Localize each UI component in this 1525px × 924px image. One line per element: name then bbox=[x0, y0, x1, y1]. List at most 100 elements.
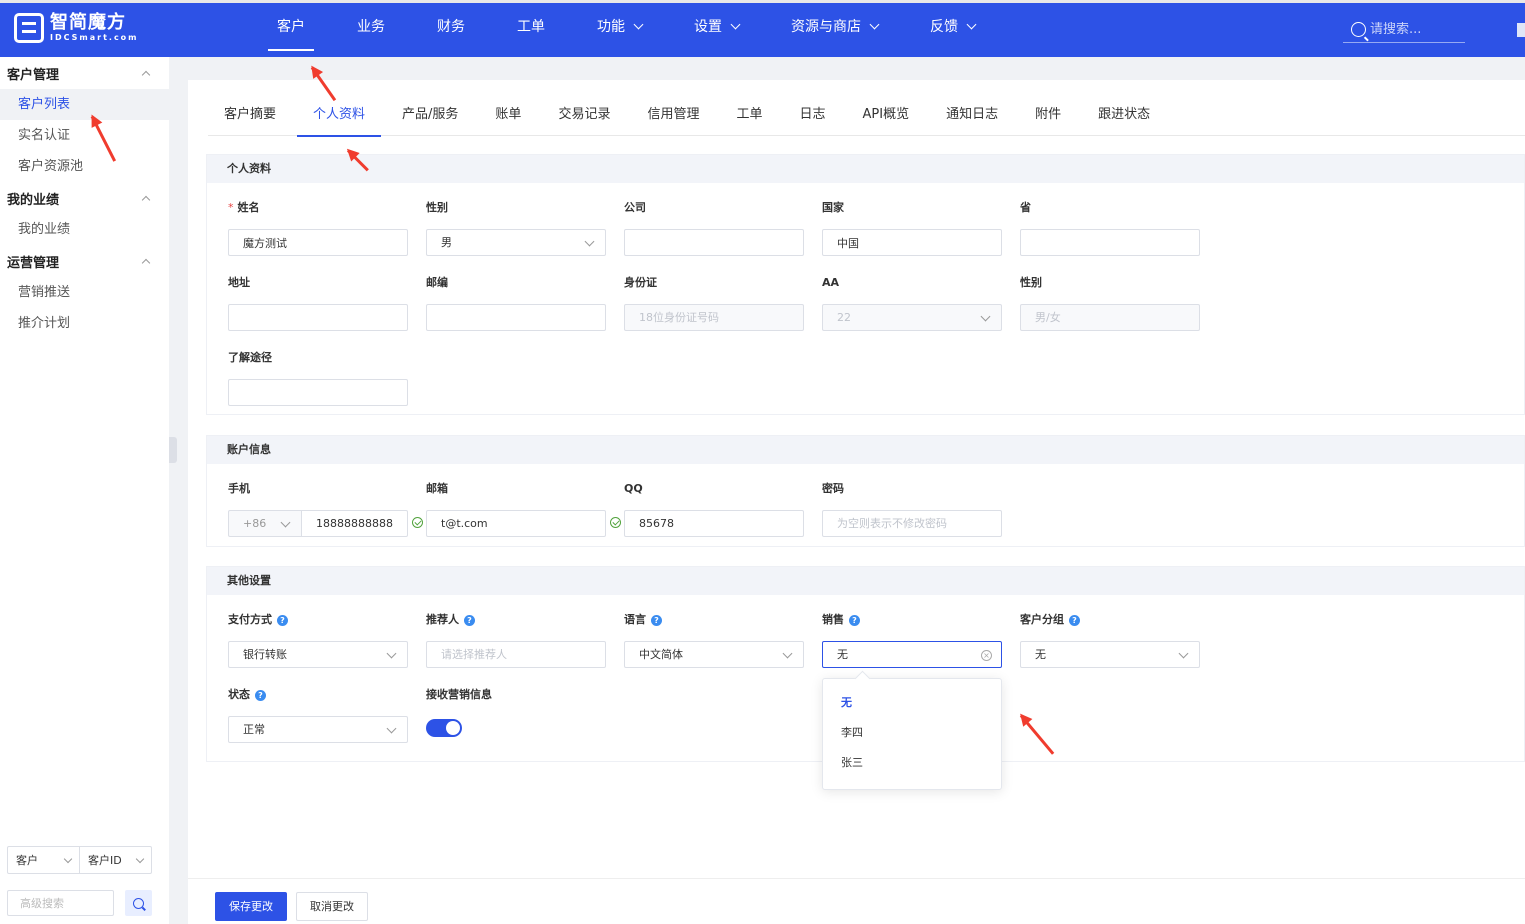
phone-code-select[interactable]: +86 bbox=[228, 510, 302, 537]
chevron-up-icon bbox=[141, 258, 151, 267]
check-circle-icon bbox=[610, 517, 621, 528]
language-select[interactable]: 中文简体 bbox=[624, 641, 804, 668]
help-icon[interactable]: ? bbox=[277, 614, 288, 626]
tab-api[interactable]: API概览 bbox=[847, 100, 926, 136]
sidebar-item-my-performance[interactable]: 我的业绩 bbox=[0, 214, 169, 245]
help-icon[interactable]: ? bbox=[464, 614, 475, 626]
field-gender: 性别 男 bbox=[426, 200, 606, 256]
nav-ticket[interactable]: 工单 bbox=[508, 3, 554, 51]
field-marketing: 接收营销信息 bbox=[426, 687, 606, 737]
email-input[interactable] bbox=[426, 510, 606, 537]
status-select[interactable]: 正常 bbox=[228, 716, 408, 743]
country-input[interactable] bbox=[822, 229, 1002, 256]
nav-settings[interactable]: 设置 bbox=[685, 3, 748, 51]
sidebar-item-customer-pool[interactable]: 客户资源池 bbox=[0, 151, 169, 182]
save-button[interactable]: 保存更改 bbox=[215, 892, 287, 921]
field-group: 客户分组? 无 bbox=[1020, 612, 1200, 668]
source-input[interactable] bbox=[228, 379, 408, 406]
tab-followup[interactable]: 跟进状态 bbox=[1082, 100, 1166, 136]
form-footer: 保存更改 取消更改 bbox=[188, 878, 1525, 924]
chevron-down-icon bbox=[1178, 648, 1189, 659]
sidebar-collapse-handle[interactable] bbox=[169, 437, 177, 463]
idcard-input[interactable] bbox=[624, 304, 804, 331]
check-circle-icon bbox=[412, 517, 423, 528]
sidebar-group-customer-management[interactable]: 客户管理 bbox=[0, 57, 169, 89]
help-icon[interactable]: ? bbox=[1069, 614, 1080, 626]
tab-summary[interactable]: 客户摘要 bbox=[208, 100, 292, 136]
gender-2-input[interactable] bbox=[1020, 304, 1200, 331]
field-province: 省 bbox=[1020, 200, 1200, 256]
search-type-select[interactable]: 客户 bbox=[8, 847, 79, 873]
tab-tickets[interactable]: 工单 bbox=[720, 100, 778, 136]
customer-tabs: 客户摘要 个人资料 产品/服务 账单 交易记录 信用管理 工单 日志 API概览… bbox=[208, 100, 1525, 137]
advanced-search-input[interactable] bbox=[7, 890, 114, 916]
tab-logs[interactable]: 日志 bbox=[783, 100, 841, 136]
nav-resources-store[interactable]: 资源与商店 bbox=[782, 3, 887, 51]
sales-select[interactable]: 无 × bbox=[822, 641, 1002, 668]
help-icon[interactable]: ? bbox=[255, 689, 266, 701]
nav-customer[interactable]: 客户 bbox=[268, 3, 314, 51]
clear-icon[interactable]: × bbox=[981, 650, 992, 661]
field-source: 了解途径 bbox=[228, 350, 408, 406]
search-field-select[interactable]: 客户ID bbox=[79, 847, 151, 873]
tab-invoices[interactable]: 账单 bbox=[479, 100, 537, 136]
field-qq: QQ bbox=[624, 481, 804, 537]
chevron-down-icon bbox=[966, 19, 977, 30]
dropdown-option[interactable]: 无 bbox=[823, 688, 1001, 718]
gender-select[interactable]: 男 bbox=[426, 229, 606, 256]
chevron-down-icon bbox=[135, 854, 145, 863]
sidebar-item-real-name-auth[interactable]: 实名认证 bbox=[0, 120, 169, 151]
nav-features[interactable]: 功能 bbox=[588, 3, 651, 51]
help-icon[interactable]: ? bbox=[651, 614, 662, 626]
sidebar-group-operations[interactable]: 运营管理 bbox=[0, 245, 169, 277]
company-input[interactable] bbox=[624, 229, 804, 256]
referrer-select[interactable] bbox=[426, 641, 606, 668]
field-email: 邮箱 bbox=[426, 481, 621, 537]
search-input[interactable] bbox=[1370, 22, 1460, 37]
tab-transactions[interactable]: 交易记录 bbox=[542, 100, 626, 136]
sidebar-item-referral-plan[interactable]: 推介计划 bbox=[0, 308, 169, 339]
tab-attachments[interactable]: 附件 bbox=[1019, 100, 1077, 136]
logo-text: 智简魔方 bbox=[50, 12, 126, 33]
section-account: 账户信息 手机 +86 18888888888 邮箱 QQ 密码 bbox=[206, 435, 1525, 547]
field-referrer: 推荐人? bbox=[426, 612, 606, 668]
tab-credit[interactable]: 信用管理 bbox=[631, 100, 715, 136]
section-title: 账户信息 bbox=[207, 436, 1524, 464]
aa-select[interactable]: 22 bbox=[822, 304, 1002, 331]
password-input[interactable] bbox=[822, 510, 1002, 537]
dropdown-option[interactable]: 张三 bbox=[823, 748, 1001, 778]
nav-feedback[interactable]: 反馈 bbox=[921, 3, 984, 51]
postcode-input[interactable] bbox=[426, 304, 606, 331]
name-input[interactable] bbox=[228, 229, 408, 256]
field-postcode: 邮编 bbox=[426, 275, 606, 331]
field-language: 语言? 中文简体 bbox=[624, 612, 804, 668]
phone-input[interactable]: 18888888888 bbox=[301, 510, 408, 537]
nav-business[interactable]: 业务 bbox=[348, 3, 394, 51]
sidebar-search-selects: 客户 客户ID bbox=[7, 846, 152, 874]
dropdown-option[interactable]: 李四 bbox=[823, 718, 1001, 748]
tab-products[interactable]: 产品/服务 bbox=[386, 100, 474, 136]
advanced-search-button[interactable] bbox=[125, 890, 152, 916]
flag-icon[interactable] bbox=[1517, 23, 1525, 37]
sidebar-item-customer-list[interactable]: 客户列表 bbox=[0, 89, 169, 120]
nav-finance[interactable]: 财务 bbox=[428, 3, 474, 51]
tab-notify-logs[interactable]: 通知日志 bbox=[930, 100, 1014, 136]
qq-input[interactable] bbox=[624, 510, 804, 537]
global-search bbox=[1343, 17, 1465, 43]
chevron-down-icon bbox=[782, 648, 793, 659]
cancel-button[interactable]: 取消更改 bbox=[296, 892, 368, 921]
payment-select[interactable]: 银行转账 bbox=[228, 641, 408, 668]
sidebar-group-my-performance[interactable]: 我的业绩 bbox=[0, 182, 169, 214]
address-input[interactable] bbox=[228, 304, 408, 331]
help-icon[interactable]: ? bbox=[849, 614, 860, 626]
marketing-toggle[interactable] bbox=[426, 719, 462, 737]
province-input[interactable] bbox=[1020, 229, 1200, 256]
tab-profile[interactable]: 个人资料 bbox=[297, 100, 382, 137]
search-icon[interactable] bbox=[1351, 22, 1366, 37]
sidebar-item-marketing-push[interactable]: 营销推送 bbox=[0, 277, 169, 308]
group-select[interactable]: 无 bbox=[1020, 641, 1200, 668]
field-sales: 销售? 无 × bbox=[822, 612, 1002, 668]
field-gender-2: 性别 bbox=[1020, 275, 1200, 331]
section-personal: 个人资料 *姓名 性别 男 公司 国家 省 地址 邮编 bbox=[206, 154, 1525, 415]
logo[interactable]: 智简魔方 IDCSmart.com bbox=[14, 13, 139, 43]
